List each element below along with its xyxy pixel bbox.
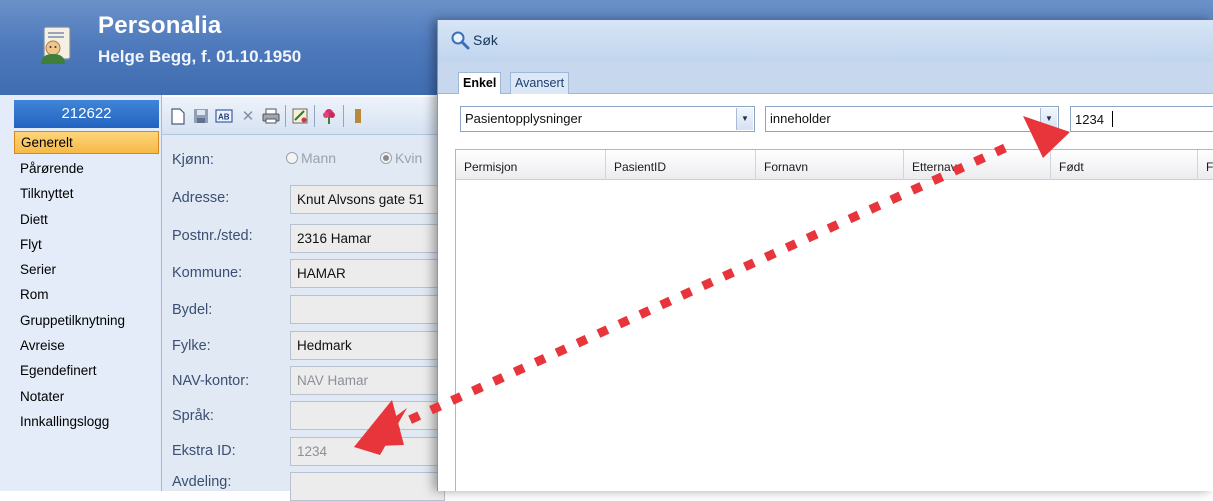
chevron-down-icon[interactable]: ▼ [1040, 108, 1057, 130]
language-field[interactable] [290, 401, 445, 430]
patient-name-line: Helge Begg, f. 01.10.1950 [98, 47, 302, 66]
nav-item-rom[interactable]: Rom [14, 282, 159, 307]
nav-item-notater[interactable]: Notater [14, 384, 159, 409]
nav-item-innkallingslogg[interactable]: Innkallingslogg [14, 409, 159, 434]
column-header-fornavn[interactable]: Fornavn [756, 150, 904, 180]
new-document-icon[interactable] [168, 106, 188, 126]
column-header-fodt[interactable]: Født [1051, 150, 1198, 180]
patient-card-icon [41, 26, 71, 64]
radio-checked-icon [380, 152, 392, 164]
extra-id-field[interactable]: 1234 [290, 437, 445, 466]
nav-office-field[interactable]: NAV Hamar [290, 366, 445, 395]
print-icon[interactable] [261, 106, 281, 126]
operator-select[interactable]: inneholder ▼ [765, 106, 1059, 132]
extra-id-label: Ekstra ID: [172, 443, 236, 459]
address-field[interactable]: Knut Alvsons gate 51 [290, 185, 445, 214]
county-field[interactable]: Hedmark [290, 331, 445, 360]
search-dialog: Søk Enkel Avansert Pasientopplysninger ▼… [437, 20, 1213, 491]
postal-field[interactable]: 2316 Hamar [290, 224, 445, 253]
svg-text:AB: AB [218, 113, 230, 122]
results-header: Permisjon PasientID Fornavn Etternavn Fø… [456, 150, 1213, 180]
tab-enkel[interactable]: Enkel [458, 72, 502, 96]
search-input[interactable] [1070, 106, 1213, 132]
nav-item-generelt[interactable]: Generelt [14, 131, 159, 154]
tab-avansert[interactable]: Avansert [510, 72, 570, 95]
gender-male-radio[interactable]: Mann [286, 150, 336, 166]
text-caret [1112, 111, 1113, 127]
department-label: Avdeling: [172, 474, 232, 490]
postal-label: Postnr./sted: [172, 228, 253, 244]
more-icon[interactable] [348, 106, 368, 126]
nav-item-gruppetilknytning[interactable]: Gruppetilknytning [14, 308, 159, 333]
municipality-field[interactable]: HAMAR [290, 259, 445, 288]
dialog-title-bar: Søk [438, 20, 1213, 62]
field-select-value: Pasientopplysninger [465, 111, 583, 126]
department-field[interactable] [290, 472, 445, 501]
field-select[interactable]: Pasientopplysninger ▼ [460, 106, 755, 132]
column-header-pasientid[interactable]: PasientID [606, 150, 756, 180]
chevron-down-icon[interactable]: ▼ [736, 108, 753, 130]
language-label: Språk: [172, 408, 214, 424]
nav-item-diett[interactable]: Diett [14, 207, 159, 232]
side-panel: 212622 Generelt Pårørende Tilknyttet Die… [0, 95, 162, 491]
nav-list: Generelt Pårørende Tilknyttet Diett Flyt… [14, 131, 159, 434]
patient-id-badge: 212622 [14, 100, 159, 128]
tools-icon[interactable] [290, 106, 310, 126]
save-icon[interactable] [191, 106, 211, 126]
operator-select-value: inneholder [770, 111, 831, 126]
nav-item-serier[interactable]: Serier [14, 257, 159, 282]
column-header-f[interactable]: F [1198, 150, 1213, 180]
nav-item-flyt[interactable]: Flyt [14, 232, 159, 257]
flower-icon[interactable] [319, 106, 339, 126]
district-label: Bydel: [172, 302, 213, 318]
tab-strip: Enkel Avansert [438, 62, 1213, 96]
district-field[interactable] [290, 295, 445, 324]
magnifier-icon [451, 31, 470, 50]
nav-item-tilknyttet[interactable]: Tilknyttet [14, 181, 159, 206]
nav-item-avreise[interactable]: Avreise [14, 333, 159, 358]
gender-label: Kjønn: [172, 152, 214, 168]
gender-female-label: Kvin [395, 150, 423, 166]
dialog-title: Søk [473, 32, 498, 48]
county-label: Fylke: [172, 338, 211, 354]
nav-item-parorende[interactable]: Pårørende [14, 156, 159, 181]
column-header-permisjon[interactable]: Permisjon [456, 150, 606, 180]
address-label: Adresse: [172, 190, 230, 206]
rename-icon[interactable]: AB [214, 106, 234, 126]
gender-female-radio[interactable]: Kvin [380, 150, 422, 166]
column-header-etternavn[interactable]: Etternavn [904, 150, 1051, 180]
radio-circle-icon [286, 152, 298, 164]
toolbar: AB ✕ [162, 97, 442, 135]
delete-icon[interactable]: ✕ [238, 106, 258, 126]
app-title: Personalia [98, 12, 222, 39]
nav-item-egendefinert[interactable]: Egendefinert [14, 358, 159, 383]
nav-office-label: NAV-kontor: [172, 373, 250, 389]
results-grid[interactable]: Permisjon PasientID Fornavn Etternavn Fø… [455, 149, 1213, 491]
gender-male-label: Mann [301, 150, 337, 166]
general-form: Kjønn: Mann Kvin Adresse: Knut Alvsons g… [162, 135, 445, 501]
municipality-label: Kommune: [172, 265, 243, 281]
